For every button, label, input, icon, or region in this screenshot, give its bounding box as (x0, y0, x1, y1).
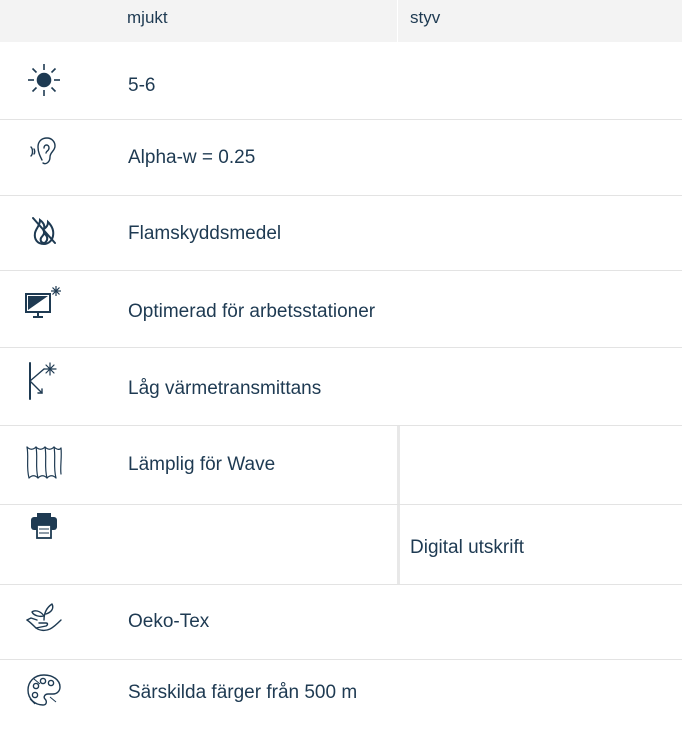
table-header: mjukt styv (0, 0, 682, 42)
table-row: Flamskyddsmedel (0, 196, 682, 271)
printer-icon (24, 506, 64, 546)
ear-sound-icon (24, 132, 64, 172)
table-row: Oeko-Tex (0, 585, 682, 660)
header-col-styv: styv (410, 8, 441, 27)
header-col-mjukt: mjukt (127, 8, 168, 27)
row-label: Oeko-Tex (128, 611, 210, 632)
row-label: Låg värmetransmittans (128, 378, 322, 399)
row-label: Lämplig för Wave (128, 454, 276, 475)
plant-hand-icon (24, 598, 64, 638)
wave-curtain-icon (24, 444, 64, 484)
column-divider (397, 505, 400, 584)
row-label: Optimerad för arbetsstationer (128, 301, 376, 322)
properties-table: mjukt styv 5-6 Alpha-w = 0.25 Flamskydds… (0, 0, 682, 735)
table-row: Optimerad för arbetsstationer (0, 271, 682, 348)
row-label: Flamskyddsmedel (128, 223, 282, 244)
workstation-monitor-icon (24, 284, 64, 324)
palette-icon (24, 671, 64, 711)
column-divider (397, 426, 400, 504)
row-label: Alpha-w = 0.25 (128, 147, 256, 168)
row-label: Särskilda färger från 500 m (128, 682, 358, 703)
header-col-styv-cell: styv (397, 0, 682, 42)
table-row: Digital utskrift (0, 505, 682, 585)
row-label: 5-6 (128, 75, 156, 96)
table-row: Alpha-w = 0.25 (0, 120, 682, 196)
table-row: Lämplig för Wave (0, 426, 682, 505)
table-row: Särskilda färger från 500 m (0, 660, 682, 735)
heat-transmittance-icon (24, 361, 64, 401)
table-row: Låg värmetransmittans (0, 348, 682, 426)
flame-retardant-icon (24, 210, 64, 250)
sun-icon (24, 60, 64, 100)
table-row: 5-6 (0, 42, 682, 120)
row-label-right: Digital utskrift (410, 537, 525, 558)
